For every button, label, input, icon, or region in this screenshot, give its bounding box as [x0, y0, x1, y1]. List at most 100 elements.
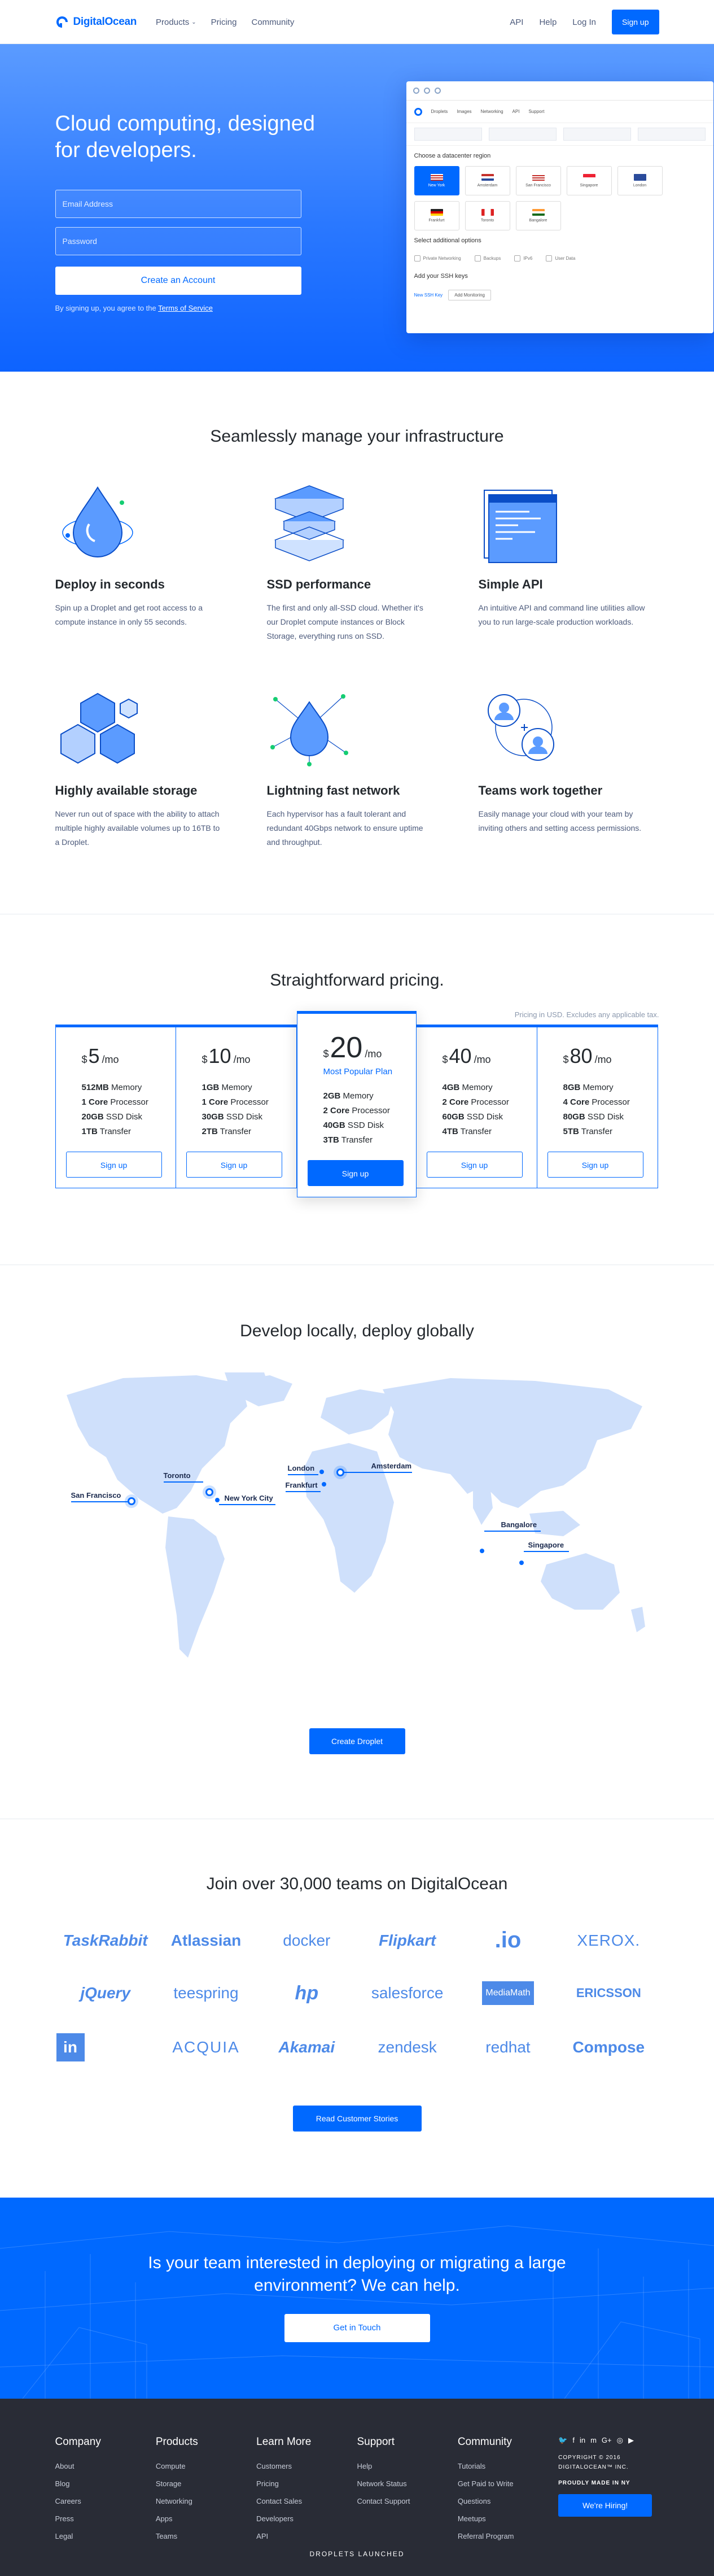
logo-redhat: redhat	[485, 2038, 531, 2056]
region-card: Singapore	[566, 166, 612, 195]
nav-pricing[interactable]: Pricing	[211, 18, 237, 27]
footer-link[interactable]: Tutorials	[458, 2457, 558, 2475]
hero-title: Cloud computing, designed for developers…	[55, 112, 316, 162]
email-field[interactable]	[55, 190, 301, 218]
meetup-icon[interactable]: m	[590, 2436, 597, 2445]
datacenter-marker	[214, 1498, 220, 1502]
region-name: London	[633, 184, 647, 188]
customers-title: Join over 30,000 teams on DigitalOcean	[206, 1875, 508, 1893]
spec-value: 3TB	[323, 1135, 339, 1145]
twitter-icon[interactable]: 🐦	[558, 2436, 567, 2445]
feature-title: Deploy in seconds	[55, 577, 165, 591]
instagram-icon[interactable]: ◎	[617, 2436, 623, 2445]
logo-flipkart: Flipkart	[379, 1931, 436, 1949]
plan-signup-button[interactable]: Sign up	[65, 1152, 162, 1178]
plan-signup-button[interactable]: Sign up	[186, 1152, 282, 1178]
footer-column: Support Help Network Status Contact Support	[357, 2436, 457, 2545]
world-map: San Francisco Toronto New York City Lond…	[55, 1372, 659, 1706]
enterprise-cta-section: Is your team interested in deploying or …	[0, 2198, 714, 2399]
footer-link[interactable]: Storage	[156, 2475, 256, 2492]
footer-link[interactable]: Customers	[256, 2457, 357, 2475]
spec-value: 4TB	[442, 1127, 458, 1136]
get-in-touch-button[interactable]: Get in Touch	[284, 2314, 430, 2342]
spec-value: 2 Core	[323, 1106, 350, 1115]
flag-us-icon	[430, 174, 443, 181]
footer-link[interactable]: Teams	[156, 2527, 256, 2545]
preview-tab: Support	[528, 109, 545, 114]
nav-community[interactable]: Community	[252, 18, 295, 27]
footer-column: Community Tutorials Get Paid to Write Quest…	[458, 2436, 558, 2545]
footer-link[interactable]: Meetups	[458, 2510, 558, 2527]
facebook-icon[interactable]: f	[572, 2436, 575, 2445]
footer-link[interactable]: Contact Support	[357, 2492, 457, 2510]
footer-link[interactable]: About	[55, 2457, 156, 2475]
googleplus-icon[interactable]: G+	[602, 2436, 612, 2445]
nav-login[interactable]: Log In	[572, 18, 596, 27]
youtube-icon[interactable]: ▶	[628, 2436, 634, 2445]
footer-link[interactable]: Compute	[156, 2457, 256, 2475]
feature-text: Spin up a Droplet and get root access to…	[55, 603, 203, 626]
footer-link[interactable]: Referral Program	[458, 2527, 558, 2545]
plan-price: $10/mo	[202, 1044, 287, 1068]
brand-logo[interactable]: DigitalOcean	[55, 15, 137, 29]
spec-value: 60GB	[442, 1112, 465, 1122]
nav-help[interactable]: Help	[539, 18, 557, 27]
nav-api[interactable]: API	[510, 18, 523, 27]
site-footer: Company About Blog Careers Press Legal Product…	[0, 2399, 714, 2576]
signup-button[interactable]: Sign up	[612, 10, 659, 34]
map-title: Develop locally, deploy globally	[240, 1322, 474, 1340]
hiring-button[interactable]: We're Hiring!	[558, 2494, 652, 2517]
footer-link[interactable]: Apps	[156, 2510, 256, 2527]
footer-link[interactable]: Get Paid to Write	[458, 2475, 558, 2492]
footer-link[interactable]: Pricing	[256, 2475, 357, 2492]
plan-signup-button[interactable]: Sign up	[307, 1160, 404, 1186]
footer-link[interactable]: API	[256, 2527, 357, 2545]
linkedin-icon[interactable]: in	[580, 2436, 585, 2445]
footer-link[interactable]: Help	[357, 2457, 457, 2475]
spec-label: Transfer	[97, 1127, 132, 1136]
region-card: Amsterdam	[465, 166, 510, 195]
footer-link[interactable]: Press	[55, 2510, 156, 2527]
customer-stories-button[interactable]: Read Customer Stories	[292, 2106, 422, 2132]
footer-link[interactable]: Legal	[55, 2527, 156, 2545]
footer-link[interactable]: Developers	[256, 2510, 357, 2527]
customers-section: Join over 30,000 teams on DigitalOcean T…	[0, 1819, 714, 2198]
plan-price: $5/mo	[82, 1044, 167, 1068]
logo-acquia: ACQUIA	[172, 2038, 240, 2056]
city-underline	[285, 1491, 321, 1492]
spec-label: SSD Disk	[464, 1112, 503, 1122]
nav-products[interactable]: Products ⌄	[156, 18, 196, 27]
plan-signup-button[interactable]: Sign up	[547, 1152, 643, 1178]
plan-price-value: 80	[570, 1044, 593, 1067]
footer-column-title: Products	[155, 2436, 198, 2448]
spec-value: 80GB	[563, 1112, 585, 1122]
create-droplet-button[interactable]: Create Droplet	[309, 1728, 405, 1754]
spec-label: SSD Disk	[585, 1112, 624, 1122]
plan-spec: 2 Core Processor	[323, 1104, 407, 1118]
plan-spec: 2 Core Processor	[443, 1095, 528, 1110]
logo-taskrabbit: TaskRabbit	[63, 1931, 148, 1949]
feature-title: Teams work together	[478, 783, 603, 797]
plan-spec: 1TB Transfer	[82, 1124, 167, 1139]
social-links: 🐦 f in m G+ ◎ ▶	[558, 2436, 659, 2445]
footer-link[interactable]: Careers	[55, 2492, 156, 2510]
chevron-down-icon: ⌄	[191, 19, 196, 25]
footer-link[interactable]: Blog	[55, 2475, 156, 2492]
footer-link[interactable]: Questions	[458, 2492, 558, 2510]
password-field[interactable]	[55, 227, 301, 255]
pricing-title: Straightforward pricing.	[270, 971, 444, 990]
city-underline	[287, 1474, 318, 1475]
plan-signup-button[interactable]: Sign up	[426, 1152, 523, 1178]
city-label: San Francisco	[71, 1491, 121, 1500]
footer-link[interactable]: Networking	[156, 2492, 256, 2510]
flag-de-icon	[430, 209, 443, 216]
footer-link[interactable]: Contact Sales	[256, 2492, 357, 2510]
pricing-plan: $40/mo 4GB Memory 2 Core Processor 60GB SSD…	[416, 1025, 537, 1188]
feature-text: The first and only all-SSD cloud. Whethe…	[266, 603, 423, 640]
preview-tab: Images	[457, 109, 472, 114]
create-account-button[interactable]: Create an Account	[55, 267, 301, 295]
preview-tab: Networking	[480, 109, 503, 114]
terms-link[interactable]: Terms of Service	[158, 304, 213, 312]
popular-label: Most Popular Plan	[323, 1067, 393, 1076]
footer-link[interactable]: Network Status	[357, 2475, 457, 2492]
